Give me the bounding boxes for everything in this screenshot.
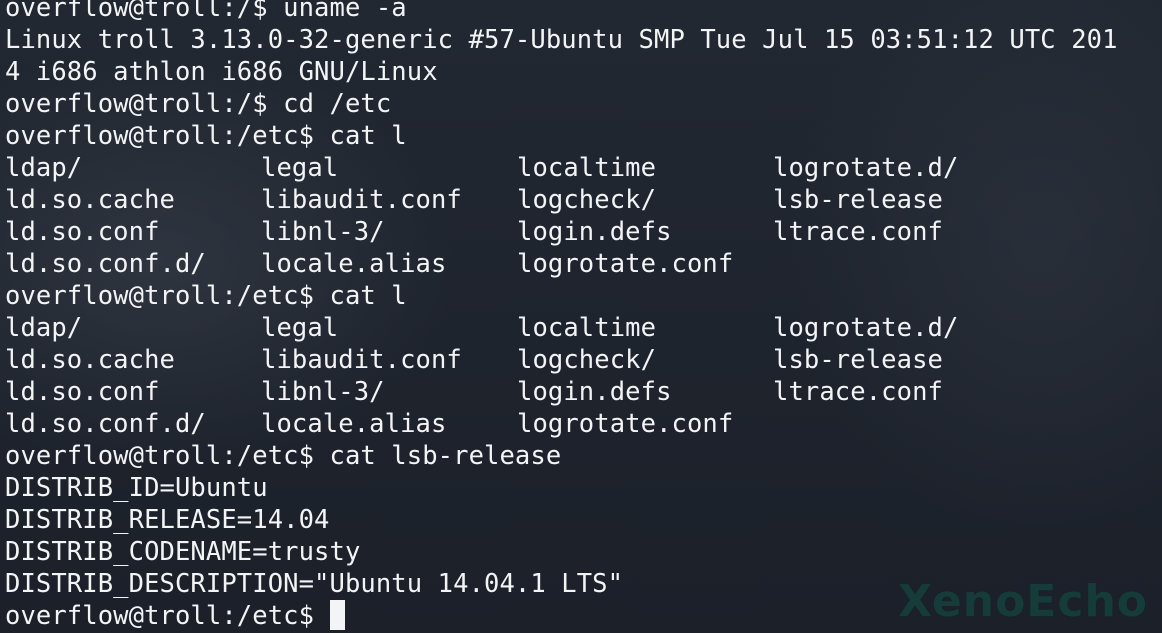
file-entry bbox=[773, 408, 1029, 440]
file-entry: ld.so.conf.d/ bbox=[5, 249, 206, 279]
terminal-listing-row: ld.so.cache libaudit.conf logcheck/lsb-rel… bbox=[5, 344, 1162, 376]
terminal-line: DISTRIB_ID=Ubuntu bbox=[5, 473, 268, 503]
file-entry: ld.so.conf bbox=[5, 377, 160, 407]
file-entry: legal bbox=[261, 313, 339, 343]
file-entry: ltrace.conf bbox=[773, 377, 943, 407]
file-entry: logrotate.conf bbox=[517, 249, 734, 279]
terminal-listing-row: ld.so.conf libnl-3/login.defs ltrace.conf bbox=[5, 216, 1162, 248]
file-entry: libaudit.conf bbox=[261, 345, 462, 375]
file-entry: logrotate.d/ bbox=[773, 313, 959, 343]
text-cursor bbox=[329, 600, 345, 630]
terminal-listing-row: ld.so.conf libnl-3/login.defs ltrace.conf bbox=[5, 376, 1162, 408]
file-entry: ld.so.cache bbox=[5, 345, 175, 375]
file-entry: login.defs bbox=[517, 377, 672, 407]
file-entry: logrotate.conf bbox=[517, 409, 734, 439]
terminal-line: overflow@troll:/$ uname -a bbox=[5, 0, 407, 23]
file-entry: logrotate.d/ bbox=[773, 153, 959, 183]
terminal-listing-row: ld.so.cache libaudit.conf logcheck/lsb-rel… bbox=[5, 184, 1162, 216]
file-entry: logcheck/ bbox=[517, 185, 657, 215]
file-entry: ld.so.conf.d/ bbox=[5, 409, 206, 439]
file-entry: ldap/ bbox=[5, 153, 83, 183]
file-entry: ld.so.conf bbox=[5, 217, 160, 247]
file-entry bbox=[773, 248, 1029, 280]
file-entry: locale.alias bbox=[261, 409, 447, 439]
terminal-line: overflow@troll:/etc$ cat l bbox=[5, 281, 407, 311]
file-entry: ltrace.conf bbox=[773, 217, 943, 247]
terminal-line: overflow@troll:/etc$ cat l bbox=[5, 121, 407, 151]
terminal-line: DISTRIB_CODENAME=trusty bbox=[5, 537, 361, 567]
terminal-line: 4 i686 athlon i686 GNU/Linux bbox=[5, 57, 438, 87]
file-entry: ldap/ bbox=[5, 313, 83, 343]
file-entry: login.defs bbox=[517, 217, 672, 247]
file-entry: libaudit.conf bbox=[261, 185, 462, 215]
terminal-listing-row: ldap/legal localtime logrotate.d/ bbox=[5, 312, 1162, 344]
terminal-line: Linux troll 3.13.0-32-generic #57-Ubuntu… bbox=[5, 25, 1118, 55]
file-entry: lsb-release bbox=[773, 185, 943, 215]
terminal-output[interactable]: overflow@troll:/$ uname -a Linux troll 3.… bbox=[5, 0, 1162, 632]
terminal-line: overflow@troll:/$ cd /etc bbox=[5, 89, 392, 119]
shell-prompt: overflow@troll:/etc$ bbox=[5, 601, 330, 631]
file-entry: ld.so.cache bbox=[5, 185, 175, 215]
terminal-listing-row: ld.so.conf.d/locale.alias logrotate.conf bbox=[5, 248, 1162, 280]
file-entry: logcheck/ bbox=[517, 345, 657, 375]
terminal-listing-row: ldap/legal localtime logrotate.d/ bbox=[5, 152, 1162, 184]
watermark-logo: XenoEcho bbox=[898, 576, 1148, 627]
file-entry: legal bbox=[261, 153, 339, 183]
terminal-line: DISTRIB_RELEASE=14.04 bbox=[5, 505, 330, 535]
file-entry: lsb-release bbox=[773, 345, 943, 375]
terminal-line: overflow@troll:/etc$ cat lsb-release bbox=[5, 441, 562, 471]
terminal-listing-row: ld.so.conf.d/locale.alias logrotate.conf bbox=[5, 408, 1162, 440]
file-entry: libnl-3/ bbox=[261, 377, 385, 407]
file-entry: libnl-3/ bbox=[261, 217, 385, 247]
file-entry: locale.alias bbox=[261, 249, 447, 279]
file-entry: localtime bbox=[517, 153, 657, 183]
file-entry: localtime bbox=[517, 313, 657, 343]
